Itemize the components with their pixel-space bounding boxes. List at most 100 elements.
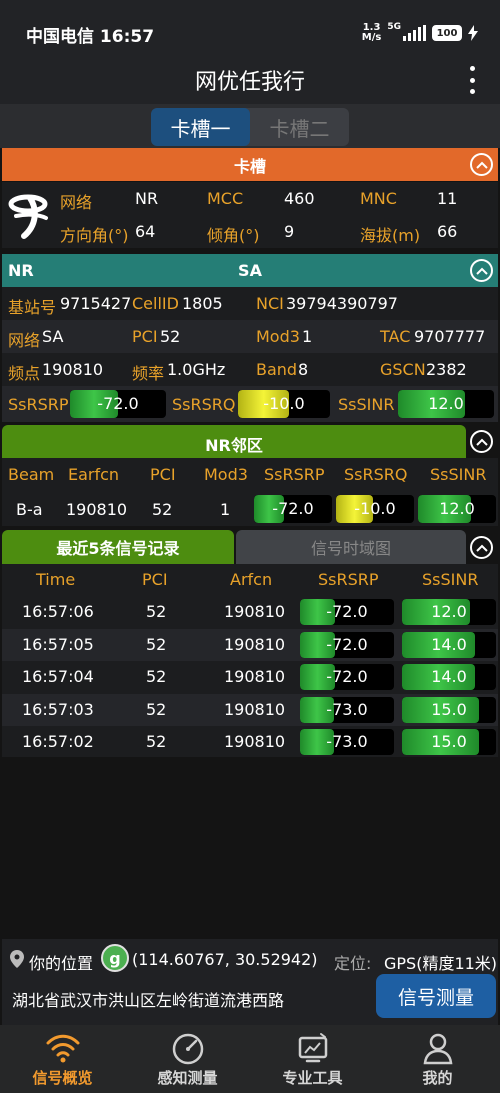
sim-slot-tabs: 卡槽一 卡槽二 <box>151 108 349 146</box>
arfcn-cell: 190810 <box>224 602 286 621</box>
nr-info-row-1: 基站号 9715427 CellID 1805 NCI 39794390797 <box>2 287 498 320</box>
signal-measure-button[interactable]: 信号测量 <box>376 974 496 1018</box>
nr-gauge-row: SsRSRP -72.0 SsRSRQ -10.0 SsSINR 12.0 <box>2 386 498 422</box>
pci-cell: 52 <box>146 667 167 686</box>
sim-info-row-1: 网络 NR MCC 460 MNC 11 <box>2 182 498 215</box>
nav-pro-tools[interactable]: 专业工具 <box>250 1025 375 1093</box>
nr-neighbor-column-header: Beam Earfcn PCI Mod3 SsRSRP SsRSRQ SsSIN… <box>2 458 498 492</box>
mcc-value: 460 <box>284 189 315 208</box>
sim-section-header[interactable]: 卡槽 <box>2 148 498 181</box>
ssrsrq-gauge: -10.0 <box>336 495 414 523</box>
tilt-value: 9 <box>284 222 295 241</box>
column-header: SsRSRP <box>264 465 325 484</box>
tac-label: TAC <box>380 327 411 346</box>
time-cell: 16:57:06 <box>22 602 94 621</box>
column-header: Beam <box>8 465 55 484</box>
sssinr-label: SsSINR <box>338 395 395 414</box>
network-mode-value: SA <box>42 327 64 346</box>
app-title: 网优任我行 <box>194 70 305 95</box>
nr-info-row-3: 频点 190810 频率 1.0GHz Band 8 GSCN 2382 <box>2 353 498 386</box>
tab-recent-records[interactable]: 最近5条信号记录 <box>2 530 234 564</box>
status-bar: 中国电信 16:57 1.3 M/s 5G 100 <box>0 0 500 62</box>
carrier-time: 中国电信 16:57 <box>26 27 155 47</box>
mnc-value: 11 <box>437 189 458 208</box>
ssrsrp-gauge: -72.0 <box>300 631 394 658</box>
signal-icon <box>403 25 426 41</box>
nr-info-row-2: 网络 SA PCI 52 Mod3 1 TAC 9707777 <box>2 320 498 353</box>
ssrsrp-gauge: -72.0 <box>300 599 394 625</box>
app-bar: 网优任我行 <box>0 62 500 104</box>
wifi-icon <box>46 1034 79 1063</box>
cellid-value: 1805 <box>182 294 223 313</box>
ssrsrp-gauge: -72.0 <box>254 495 332 523</box>
table-row: B-a 190810 52 1 -72.0 -10.0 12.0 <box>2 492 498 526</box>
collapse-chevron-icon[interactable] <box>470 259 493 282</box>
positioning-value: GPS(精度11米) <box>384 954 498 973</box>
nr-section-title: SA <box>238 261 262 280</box>
location-pin-icon <box>10 950 24 968</box>
gauge-icon <box>172 1033 203 1065</box>
tac-value: 9707777 <box>414 327 486 346</box>
altitude-value: 66 <box>437 222 458 241</box>
collapse-chevron-icon[interactable] <box>470 153 493 176</box>
mod3-value: 1 <box>302 327 313 346</box>
tab-sim-slot-1[interactable]: 卡槽一 <box>151 108 250 146</box>
more-menu-icon[interactable] <box>468 66 476 94</box>
nci-value: 39794390797 <box>286 294 398 313</box>
pci-cell: 52 <box>152 500 173 519</box>
arfcn-cell: 190810 <box>224 634 286 654</box>
table-row: 16:57:05 52 190810 -72.0 14.0 <box>2 628 498 661</box>
ssrsrp-gauge: -72.0 <box>70 390 166 418</box>
mcc-label: MCC <box>207 189 244 208</box>
user-icon <box>423 1033 452 1065</box>
tools-icon <box>298 1033 327 1063</box>
band-label: Band <box>256 360 298 379</box>
table-row: 16:57:02 52 190810 -73.0 15.0 <box>2 726 498 759</box>
collapse-chevron-icon[interactable] <box>470 536 493 559</box>
ssrsrq-label: SsRSRQ <box>172 395 236 414</box>
nav-signal-overview[interactable]: 信号概览 <box>0 1025 125 1093</box>
ssrsrp-label: SsRSRP <box>8 395 69 414</box>
column-header: Time <box>36 570 76 589</box>
sssinr-gauge: 15.0 <box>402 696 496 723</box>
arfcn-cell: 190810 <box>224 732 286 751</box>
azimuth-label: 方向角(°) <box>60 226 129 245</box>
column-header: Earfcn <box>68 465 120 484</box>
sssinr-gauge: 12.0 <box>402 599 496 625</box>
altitude-label: 海拔(m) <box>360 226 421 245</box>
sim-info-row-2: 方向角(°) 64 倾角(°) 9 海拔(m) 66 <box>2 215 498 248</box>
ssrsrp-gauge: -73.0 <box>300 729 394 755</box>
tab-signal-time-chart[interactable]: 信号时域图 <box>236 530 466 564</box>
ssrsrp-gauge: -73.0 <box>300 696 394 723</box>
nav-perception-measure[interactable]: 感知测量 <box>125 1025 250 1093</box>
pci-cell: 52 <box>146 634 167 654</box>
tab-sim-slot-2[interactable]: 卡槽二 <box>250 108 349 146</box>
ssrsrp-gauge: -72.0 <box>300 664 394 690</box>
location-label: 你的位置 <box>29 954 94 973</box>
column-header: SsSINR <box>430 465 487 484</box>
frequency-value: 1.0GHz <box>167 360 226 379</box>
column-header: Arfcn <box>230 570 273 589</box>
nr-neighbor-header[interactable]: NR邻区 <box>2 425 466 458</box>
sssinr-gauge: 15.0 <box>402 729 496 755</box>
china-telecom-logo-icon <box>8 194 48 239</box>
location-panel: 你的位置 g (114.60767, 30.52942) 定位: GPS(精度1… <box>2 939 498 1025</box>
nr-section-header[interactable]: NR SA <box>2 254 498 287</box>
map-app-icon[interactable]: g <box>101 944 129 972</box>
status-icons: 1.3 M/s 5G 100 <box>362 22 478 44</box>
sim-slot-bar: 卡槽一 卡槽二 <box>0 104 500 148</box>
pci-cell: 52 <box>146 699 167 719</box>
nav-mine[interactable]: 我的 <box>375 1025 500 1093</box>
gscn-value: 2382 <box>426 360 467 379</box>
table-row: 16:57:04 52 190810 -72.0 14.0 <box>2 661 498 694</box>
sssinr-gauge: 12.0 <box>418 495 496 523</box>
time-cell: 16:57:04 <box>22 667 94 686</box>
sssinr-gauge: 14.0 <box>402 631 496 658</box>
mnc-label: MNC <box>360 189 397 208</box>
sim-section-title: 卡槽 <box>233 156 266 176</box>
nr-neighbor-title: NR邻区 <box>205 436 263 455</box>
frequency-point-label: 频点 <box>8 364 41 383</box>
base-station-value: 9715427 <box>60 294 132 313</box>
collapse-chevron-icon[interactable] <box>470 430 493 453</box>
base-station-label: 基站号 <box>8 298 57 317</box>
